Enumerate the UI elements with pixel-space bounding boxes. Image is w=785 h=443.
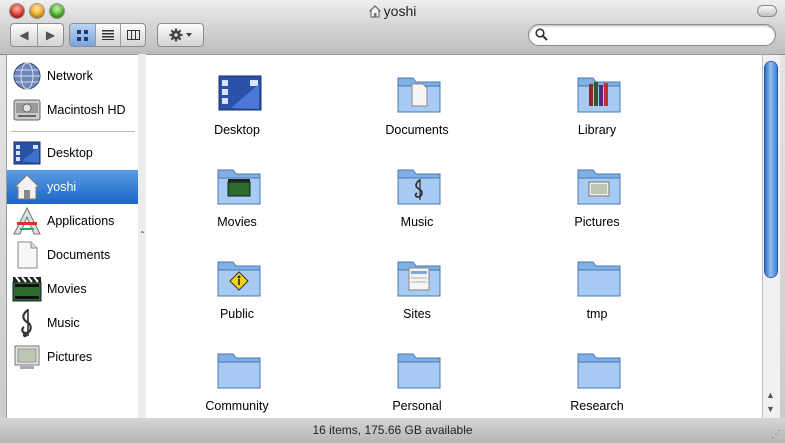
pictures-icon	[11, 341, 43, 373]
documents-folder-icon	[397, 77, 441, 113]
vertical-scrollbar[interactable]: ▲ ▼	[762, 54, 780, 420]
library-folder-icon	[577, 77, 621, 113]
sidebar-item-label: Music	[47, 316, 80, 330]
file-item-public[interactable]: Public	[157, 244, 317, 324]
sidebar-item-label: yoshi	[47, 180, 77, 194]
applications-icon	[11, 205, 43, 237]
sidebar-item-applications[interactable]: Applications	[7, 204, 139, 238]
file-item-personal[interactable]: Personal	[337, 336, 497, 416]
pictures-folder-icon	[577, 169, 621, 205]
window-title: yoshi	[0, 3, 785, 21]
folder-icon	[397, 353, 441, 389]
forward-button[interactable]: ▶	[38, 24, 63, 46]
file-item-label: tmp	[586, 307, 608, 321]
folder-icon	[217, 353, 261, 389]
sidebar-item-music[interactable]: Music	[7, 306, 139, 340]
sidebar-item-label: Macintosh HD	[47, 103, 126, 117]
sidebar-item-label: Movies	[47, 282, 87, 296]
sidebar-item-label: Network	[47, 69, 93, 83]
file-item-label: Sites	[403, 307, 431, 321]
file-item-tmp[interactable]: tmp	[517, 244, 677, 324]
file-item-label: Pictures	[574, 215, 620, 229]
movies-icon	[11, 273, 43, 305]
action-menu-button[interactable]	[157, 23, 204, 47]
back-button[interactable]: ◀	[11, 24, 38, 46]
public-folder-icon	[217, 261, 261, 297]
file-item-label: Movies	[217, 215, 257, 229]
status-text: 16 items, 175.66 GB available	[312, 423, 473, 437]
file-item-music[interactable]: Music	[337, 152, 497, 232]
sidebar-item-label: Pictures	[47, 350, 93, 364]
sidebar-item-macintosh-hd[interactable]: Macintosh HD	[7, 93, 139, 127]
folder-icon	[577, 261, 621, 297]
file-item-label: Desktop	[214, 123, 260, 137]
finder-window: yoshi ◀ ▶ Network Macintosh HD Desktop y…	[0, 0, 785, 443]
sidebar-item-desktop[interactable]: Desktop	[7, 136, 139, 170]
sidebar-item-label: Desktop	[47, 146, 93, 160]
window-title-text: yoshi	[383, 3, 417, 19]
file-item-label: Documents	[385, 123, 449, 137]
file-browser: Desktop Documents Library Movies Music P…	[146, 54, 762, 420]
list-view-button[interactable]	[96, 24, 121, 46]
file-item-label: Research	[570, 399, 624, 413]
file-item-desktop[interactable]: Desktop	[157, 60, 317, 140]
sidebar-item-movies[interactable]: Movies	[7, 272, 139, 306]
file-item-label: Music	[400, 215, 434, 229]
scroll-down-arrow-icon[interactable]: ▼	[766, 404, 775, 414]
file-item-label: Library	[577, 123, 617, 137]
icon-view-icon	[77, 29, 88, 41]
file-item-pictures[interactable]: Pictures	[517, 152, 677, 232]
file-item-movies[interactable]: Movies	[157, 152, 317, 232]
desktop-icon	[218, 75, 262, 111]
back-arrow-icon: ◀	[19, 28, 29, 42]
music-icon	[11, 307, 43, 339]
sidebar-item-yoshi[interactable]: yoshi	[7, 170, 139, 204]
toolbar-toggle-button[interactable]	[757, 5, 777, 17]
sidebar-item-label: Documents	[47, 248, 111, 262]
sidebar: Network Macintosh HD Desktop yoshi Appli…	[6, 54, 140, 420]
sidebar-item-network[interactable]: Network	[7, 59, 139, 93]
sidebar-item-label: Applications	[47, 214, 115, 228]
search-input[interactable]	[551, 27, 770, 44]
file-item-label: Community	[205, 399, 269, 413]
folder-icon	[577, 353, 621, 389]
file-item-library[interactable]: Library	[517, 60, 677, 140]
file-item-label: Public	[219, 307, 255, 321]
column-view-button[interactable]	[121, 24, 145, 46]
hard-drive-icon	[11, 94, 43, 126]
icon-view-button[interactable]	[70, 24, 96, 46]
scrollbar-thumb[interactable]	[765, 62, 777, 277]
file-item-documents[interactable]: Documents	[337, 60, 497, 140]
status-bar: 16 items, 175.66 GB available ⋰	[0, 418, 785, 443]
action-button[interactable]	[158, 24, 203, 46]
back-forward-group: ◀ ▶	[10, 23, 64, 47]
split-grip-icon: ⌃	[139, 230, 146, 239]
title-bar[interactable]: yoshi ◀ ▶	[0, 0, 785, 55]
desktop-icon	[11, 137, 43, 169]
forward-arrow-icon: ▶	[45, 28, 56, 42]
gear-icon	[169, 28, 192, 42]
sites-folder-icon	[397, 261, 441, 297]
file-item-label: Personal	[392, 399, 442, 413]
home-icon	[11, 171, 43, 203]
scroll-up-arrow-icon[interactable]: ▲	[766, 390, 775, 400]
sidebar-item-documents[interactable]: Documents	[7, 238, 139, 272]
sidebar-separator	[11, 131, 135, 132]
list-view-icon	[102, 30, 114, 40]
file-item-community[interactable]: Community	[157, 336, 317, 416]
music-folder-icon	[397, 169, 441, 205]
sidebar-resize-handle[interactable]: ⌃	[138, 54, 146, 418]
column-view-icon	[126, 30, 140, 40]
search-field[interactable]	[528, 24, 776, 46]
network-globe-icon	[11, 60, 43, 92]
sidebar-item-pictures[interactable]: Pictures	[7, 340, 139, 374]
file-item-sites[interactable]: Sites	[337, 244, 497, 324]
search-icon	[535, 28, 548, 41]
documents-icon	[11, 239, 43, 271]
home-icon	[368, 5, 381, 21]
movies-folder-icon	[217, 169, 261, 205]
file-item-research[interactable]: Research	[517, 336, 677, 416]
resize-grip-icon[interactable]: ⋰	[771, 429, 781, 440]
view-switcher	[69, 23, 146, 47]
